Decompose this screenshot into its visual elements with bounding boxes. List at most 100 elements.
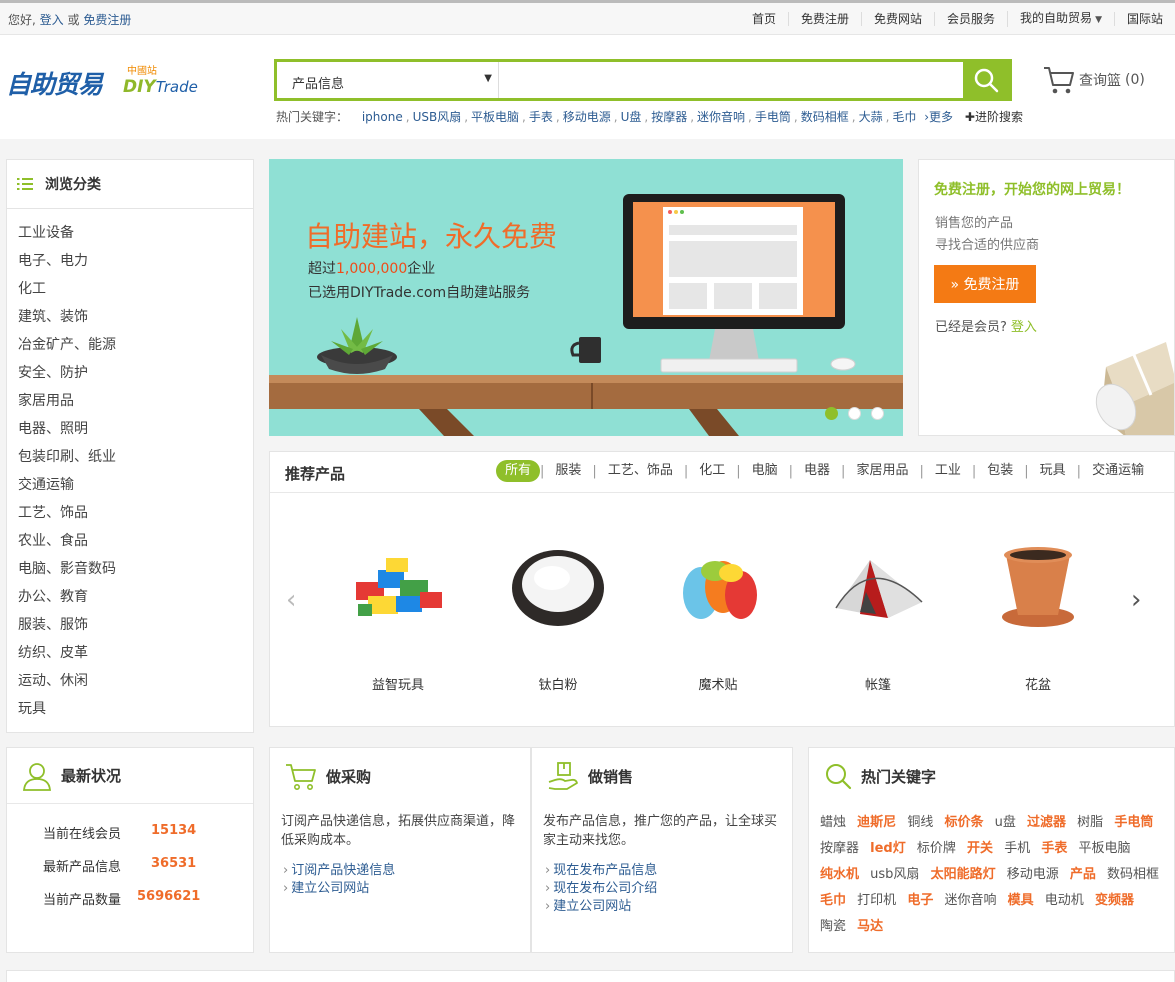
- build-site-link[interactable]: 建立公司网站: [545, 898, 657, 916]
- carousel-prev-button[interactable]: ‹: [286, 585, 296, 615]
- sidebar-category-item[interactable]: 工业设备: [18, 223, 253, 251]
- hot-keyword-item[interactable]: 模具: [1008, 893, 1034, 908]
- nav-international[interactable]: 国际站: [1113, 12, 1175, 26]
- hot-keyword-link[interactable]: USB风扇: [413, 110, 462, 124]
- product-item[interactable]: 钛白粉: [478, 537, 638, 693]
- carousel-next-button[interactable]: ›: [1131, 585, 1141, 615]
- top-login-link[interactable]: 登入: [40, 13, 64, 27]
- sidebar-category-item[interactable]: 化工: [18, 279, 253, 307]
- hot-keyword-item[interactable]: usb风扇: [870, 867, 919, 882]
- search-category-select[interactable]: 产品信息 ▼: [277, 62, 499, 98]
- member-login-link[interactable]: 登入: [1011, 320, 1037, 335]
- hot-keyword-item[interactable]: 铜线: [907, 815, 933, 830]
- hot-keyword-link[interactable]: 毛巾: [892, 110, 916, 124]
- product-tab[interactable]: 工业: [924, 460, 972, 482]
- sidebar-category-item[interactable]: 电器、照明: [18, 419, 253, 447]
- subscribe-product-link[interactable]: 订阅产品快递信息: [283, 862, 395, 880]
- hot-keyword-link[interactable]: U盘: [621, 110, 642, 124]
- sidebar-category-item[interactable]: 建筑、装饰: [18, 307, 253, 335]
- sidebar-category-item[interactable]: 安全、防护: [18, 363, 253, 391]
- nav-my-trade[interactable]: 我的自助贸易 ▼: [1007, 11, 1114, 27]
- search-button[interactable]: [963, 62, 1009, 98]
- hot-keyword-link[interactable]: 数码相框: [801, 110, 849, 124]
- inquiry-basket[interactable]: 查询篮 (0): [1043, 65, 1145, 95]
- search-input[interactable]: [500, 62, 966, 98]
- product-tab[interactable]: 服装: [544, 460, 592, 482]
- hot-keyword-item[interactable]: 蜡烛: [820, 815, 846, 830]
- sidebar-category-item[interactable]: 农业、食品: [18, 531, 253, 559]
- sidebar-category-item[interactable]: 冶金矿产、能源: [18, 335, 253, 363]
- sidebar-category-item[interactable]: 工艺、饰品: [18, 503, 253, 531]
- hot-keyword-item[interactable]: 迪斯尼: [857, 815, 896, 830]
- hot-keyword-item[interactable]: 马达: [857, 919, 883, 934]
- hot-keyword-item[interactable]: 平板电脑: [1079, 841, 1131, 856]
- hot-keyword-link[interactable]: iphone: [362, 110, 403, 124]
- hot-keyword-link[interactable]: 按摩器: [651, 110, 687, 124]
- hot-keyword-item[interactable]: 移动电源: [1007, 867, 1059, 882]
- hot-keyword-link[interactable]: 手表: [529, 110, 553, 124]
- hot-keyword-link[interactable]: 手电筒: [755, 110, 791, 124]
- slide-dot-2[interactable]: [848, 407, 861, 420]
- product-item[interactable]: 帐篷: [798, 537, 958, 693]
- hot-keyword-item[interactable]: 手机: [1004, 841, 1030, 856]
- sidebar-category-item[interactable]: 家居用品: [18, 391, 253, 419]
- hot-keyword-item[interactable]: 电子: [907, 893, 933, 908]
- product-item[interactable]: 魔术贴: [638, 537, 798, 693]
- product-tab[interactable]: 电器: [793, 460, 841, 482]
- nav-register[interactable]: 免费注册: [788, 12, 861, 26]
- sidebar-category-item[interactable]: 玩具: [18, 699, 253, 727]
- sidebar-category-item[interactable]: 纺织、皮革: [18, 643, 253, 671]
- hot-keyword-link[interactable]: 迷你音响: [697, 110, 745, 124]
- hot-keyword-item[interactable]: 手电筒: [1114, 815, 1153, 830]
- sidebar-category-item[interactable]: 交通运输: [18, 475, 253, 503]
- free-register-button[interactable]: » 免费注册: [934, 265, 1036, 303]
- post-product-link[interactable]: 现在发布产品信息: [545, 862, 657, 880]
- hot-keyword-item[interactable]: 树脂: [1077, 815, 1103, 830]
- sidebar-category-item[interactable]: 电子、电力: [18, 251, 253, 279]
- sidebar-category-item[interactable]: 运动、休闲: [18, 671, 253, 699]
- hot-keyword-item[interactable]: 手表: [1041, 841, 1067, 856]
- hot-keyword-link[interactable]: 移动电源: [563, 110, 611, 124]
- sidebar-category-item[interactable]: 办公、教育: [18, 587, 253, 615]
- sidebar-category-item[interactable]: 服装、服饰: [18, 615, 253, 643]
- hot-keyword-item[interactable]: 标价条: [944, 815, 983, 830]
- product-tab[interactable]: 工艺、饰品: [597, 460, 684, 482]
- hot-keyword-link[interactable]: 平板电脑: [471, 110, 519, 124]
- post-company-link[interactable]: 现在发布公司介绍: [545, 880, 657, 898]
- nav-free-site[interactable]: 免费网站: [861, 12, 934, 26]
- nav-member-service[interactable]: 会员服务: [934, 12, 1007, 26]
- nav-home[interactable]: 首页: [740, 12, 788, 26]
- slide-dot-1[interactable]: [825, 407, 838, 420]
- product-tab[interactable]: 玩具: [1029, 460, 1077, 482]
- advanced-search-link[interactable]: ✚进阶搜索: [965, 110, 1023, 124]
- hot-keyword-item[interactable]: 打印机: [857, 893, 896, 908]
- site-logo[interactable]: 自助贸易 中國站 DIYTrade: [6, 65, 198, 99]
- hot-keyword-item[interactable]: 标价牌: [917, 841, 956, 856]
- hot-keyword-item[interactable]: 陶瓷: [820, 919, 846, 934]
- slide-dot-3[interactable]: [871, 407, 884, 420]
- hot-keyword-item[interactable]: led灯: [870, 841, 906, 856]
- hot-keyword-item[interactable]: 过滤器: [1027, 815, 1066, 830]
- hot-keyword-item[interactable]: 产品: [1070, 867, 1096, 882]
- product-tab[interactable]: 电脑: [741, 460, 789, 482]
- hot-keyword-item[interactable]: 变频器: [1095, 893, 1134, 908]
- hot-keyword-item[interactable]: 迷你音响: [944, 893, 996, 908]
- product-tab[interactable]: 化工: [688, 460, 736, 482]
- top-register-link[interactable]: 免费注册: [83, 13, 131, 27]
- product-item[interactable]: 花盆: [958, 537, 1118, 693]
- hot-keyword-item[interactable]: 纯水机: [820, 867, 859, 882]
- hot-keyword-item[interactable]: 数码相框: [1107, 867, 1159, 882]
- product-tab[interactable]: 所有: [496, 460, 541, 482]
- sidebar-category-item[interactable]: 包装印刷、纸业: [18, 447, 253, 475]
- hot-keyword-link[interactable]: 大蒜: [859, 110, 883, 124]
- hot-keyword-item[interactable]: 毛巾: [820, 893, 846, 908]
- product-tab[interactable]: 包装: [976, 460, 1024, 482]
- more-keywords-link[interactable]: ›更多: [924, 110, 953, 124]
- hot-keyword-item[interactable]: 太阳能路灯: [931, 867, 996, 882]
- promo-banner[interactable]: 自助建站，永久免费 超过1,000,000企业 已选用DIYTrade.com自…: [269, 159, 903, 436]
- product-tab[interactable]: 交通运输: [1081, 460, 1155, 482]
- hot-keyword-item[interactable]: 电动机: [1045, 893, 1084, 908]
- hot-keyword-item[interactable]: 按摩器: [820, 841, 859, 856]
- hot-keyword-item[interactable]: 开关: [967, 841, 993, 856]
- product-tab[interactable]: 家居用品: [845, 460, 919, 482]
